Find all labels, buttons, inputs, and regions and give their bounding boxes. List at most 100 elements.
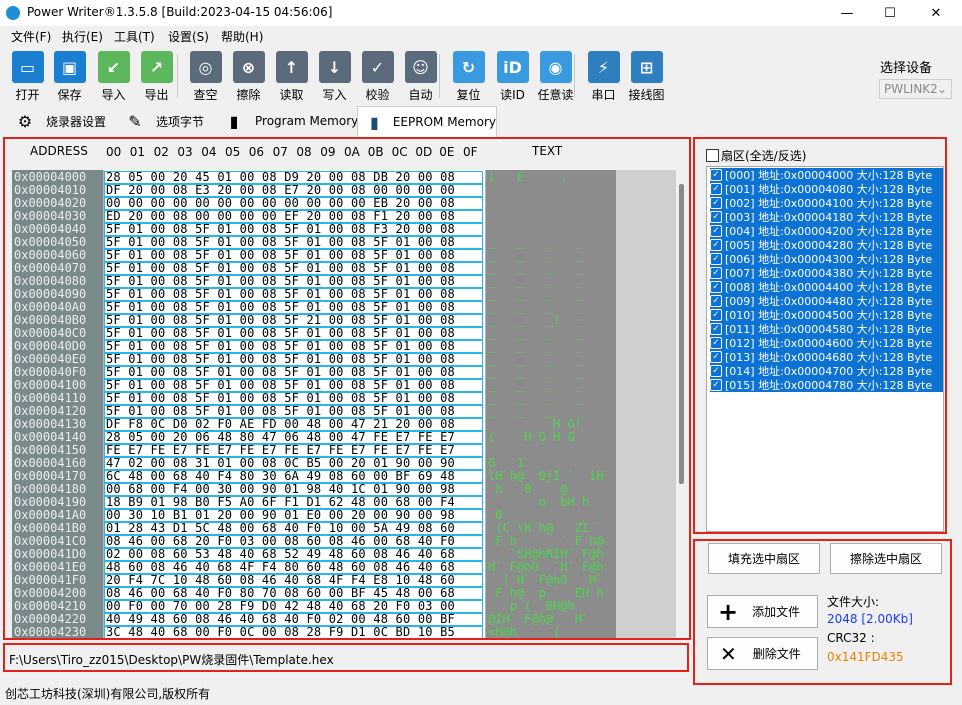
verify-button[interactable]: ✓ 校验: [356, 51, 399, 103]
chevron-down-icon: ⌄: [936, 82, 947, 96]
write-icon: ↓: [318, 51, 351, 83]
scrollbar-thumb[interactable]: [679, 184, 684, 484]
tab-option-bytes[interactable]: ✎ 选项字节: [124, 105, 204, 137]
plus-icon: +: [718, 597, 739, 626]
tab-program-memory[interactable]: ▮ Program Memory: [223, 105, 359, 137]
sector-item[interactable]: ✓ [008] 地址:0x00004400 大小:128 Byte: [710, 280, 943, 294]
serial-port-button[interactable]: ⚡ 串口: [582, 51, 625, 103]
toolbar-label: 自动: [408, 88, 433, 102]
menu-file[interactable]: 文件(F): [11, 28, 51, 45]
random-read-button[interactable]: ◉ 任意读: [534, 51, 577, 103]
sector-item[interactable]: ✓ [004] 地址:0x00004200 大小:128 Byte: [710, 224, 943, 238]
sector-item[interactable]: ✓ [005] 地址:0x00004280 大小:128 Byte: [710, 238, 943, 252]
close-button[interactable]: ✕: [913, 0, 959, 26]
search-button[interactable]: ◎ 查空: [184, 51, 227, 103]
read-button[interactable]: ↑ 读取: [270, 51, 313, 103]
sector-list[interactable]: ✓ [000] 地址:0x00004000 大小:128 Byte ✓ [001] 地…: [706, 166, 944, 532]
fill-sectors-button[interactable]: 填充选中扇区: [708, 543, 820, 574]
save-button[interactable]: ▣ 保存: [48, 51, 91, 103]
reset-button[interactable]: ↻ 复位: [447, 51, 490, 103]
menu-settings[interactable]: 设置(S): [168, 28, 209, 45]
sector-item[interactable]: ✓ [012] 地址:0x00004600 大小:128 Byte: [710, 336, 943, 350]
sector-item[interactable]: ✓ [013] 地址:0x00004680 大小:128 Byte: [710, 350, 943, 364]
toolbar-label: 写入: [322, 88, 347, 102]
chip-icon: ▮: [229, 111, 239, 131]
gear-icon: ⚙: [17, 111, 33, 131]
toolbar-separator: [439, 54, 440, 98]
toolbar-label: 导出: [144, 88, 169, 102]
device-select[interactable]: PWLINK2 ⌄: [879, 79, 952, 99]
sector-checkbox[interactable]: ✓: [710, 239, 722, 251]
menu-help[interactable]: 帮助(H): [221, 28, 263, 45]
column-header: 06: [248, 145, 265, 159]
robot-button[interactable]: ☺ 自动: [399, 51, 442, 103]
toolbar-label: 查空: [193, 88, 218, 102]
sector-checkbox[interactable]: ✓: [710, 281, 722, 293]
file-size-label: 文件大小:: [827, 595, 880, 609]
sector-checkbox[interactable]: ✓: [710, 225, 722, 237]
sector-checkbox[interactable]: ✓: [710, 267, 722, 279]
memory-scrollbar[interactable]: [677, 170, 687, 638]
toolbar-label: 读取: [279, 88, 304, 102]
column-header: 04: [201, 145, 217, 159]
tab-programmer-settings[interactable]: ⚙ 烧录器设置: [14, 105, 106, 137]
sector-checkbox[interactable]: ✓: [710, 211, 722, 223]
sector-checkbox[interactable]: ✓: [710, 309, 722, 321]
sector-item[interactable]: ✓ [007] 地址:0x00004380 大小:128 Byte: [710, 266, 943, 280]
memory-grid[interactable]: 0x00004000 28 05 00 20 45 01 00 08 D9 20 …: [12, 170, 676, 638]
crc-label: CRC32 :: [827, 631, 875, 645]
sector-checkbox[interactable]: ✓: [710, 351, 722, 363]
toolbar-label: 导入: [101, 88, 126, 102]
sector-item[interactable]: ✓ [010] 地址:0x00004500 大小:128 Byte: [710, 308, 943, 322]
tab-eeprom-memory[interactable]: ▮ EEPROM Memory: [357, 106, 497, 137]
add-file-button[interactable]: + 添加文件: [707, 595, 818, 628]
sector-item[interactable]: ✓ [015] 地址:0x00004780 大小:128 Byte: [710, 378, 943, 392]
toolbar-label: 擦除: [236, 88, 261, 102]
sector-checkbox[interactable]: ✓: [710, 295, 722, 307]
sector-checkbox[interactable]: ✓: [710, 337, 722, 349]
sector-item[interactable]: ✓ [003] 地址:0x00004180 大小:128 Byte: [710, 210, 943, 224]
sector-item[interactable]: ✓ [000] 地址:0x00004000 大小:128 Byte: [710, 168, 943, 182]
maximize-button[interactable]: ☐: [867, 0, 913, 26]
sector-checkbox[interactable]: ✓: [710, 253, 722, 265]
sector-item[interactable]: ✓ [014] 地址:0x00004700 大小:128 Byte: [710, 364, 943, 378]
crc-value: 0x141FD435: [827, 650, 904, 664]
delete-file-button[interactable]: ✕ 删除文件: [707, 637, 818, 670]
select-all-checkbox[interactable]: [706, 149, 719, 162]
toolbar-label: 复位: [456, 88, 481, 102]
sector-item[interactable]: ✓ [001] 地址:0x00004080 大小:128 Byte: [710, 182, 943, 196]
sector-item[interactable]: ✓ [011] 地址:0x00004580 大小:128 Byte: [710, 322, 943, 336]
sector-checkbox[interactable]: ✓: [710, 379, 722, 391]
import-icon: ↙: [97, 51, 130, 83]
sector-checkbox[interactable]: ✓: [710, 365, 722, 377]
sector-checkbox[interactable]: ✓: [710, 169, 722, 181]
sector-select-all[interactable]: 扇区(全选/反选): [706, 147, 806, 164]
sector-checkbox[interactable]: ✓: [710, 197, 722, 209]
write-button[interactable]: ↓ 写入: [313, 51, 356, 103]
sector-checkbox[interactable]: ✓: [710, 183, 722, 195]
sector-item[interactable]: ✓ [009] 地址:0x00004480 大小:128 Byte: [710, 294, 943, 308]
minimize-button[interactable]: —: [824, 0, 870, 26]
column-header: 03: [177, 145, 193, 159]
column-header: 05: [225, 145, 241, 159]
menu-execute[interactable]: 执行(E): [62, 28, 103, 45]
wiring-diagram-button[interactable]: ⊞ 接线图: [625, 51, 668, 103]
erase-button[interactable]: ⊗ 擦除: [227, 51, 270, 103]
menu-bar: 文件(F) 执行(E) 工具(T) 设置(S) 帮助(H): [0, 26, 962, 46]
id-button[interactable]: iD 读ID: [491, 51, 534, 103]
erase-sectors-button[interactable]: 擦除选中扇区: [830, 543, 942, 574]
row-hex[interactable]: 3C 48 40 68 00 F0 0C 00 08 28 F9 D1 0C B…: [106, 626, 455, 639]
row-text: o bH h: [488, 495, 590, 509]
import-button[interactable]: ↙ 导入: [92, 51, 135, 103]
menu-tools[interactable]: 工具(T): [114, 28, 155, 45]
tab-label: Program Memory: [255, 114, 359, 128]
sector-item[interactable]: ✓ [006] 地址:0x00004300 大小:128 Byte: [710, 252, 943, 266]
sector-checkbox[interactable]: ✓: [710, 323, 722, 335]
tab-label: 烧录器设置: [46, 114, 107, 129]
folder-open-button[interactable]: ▭ 打开: [6, 51, 49, 103]
device-label: 选择设备: [880, 61, 933, 76]
sector-item[interactable]: ✓ [002] 地址:0x00004100 大小:128 Byte: [710, 196, 943, 210]
export-button[interactable]: ↗ 导出: [135, 51, 178, 103]
file-size-value: 2048 [2.00Kb]: [827, 612, 913, 626]
status-text: 创芯工坊科技(深圳)有限公司,版权所有: [5, 687, 211, 701]
